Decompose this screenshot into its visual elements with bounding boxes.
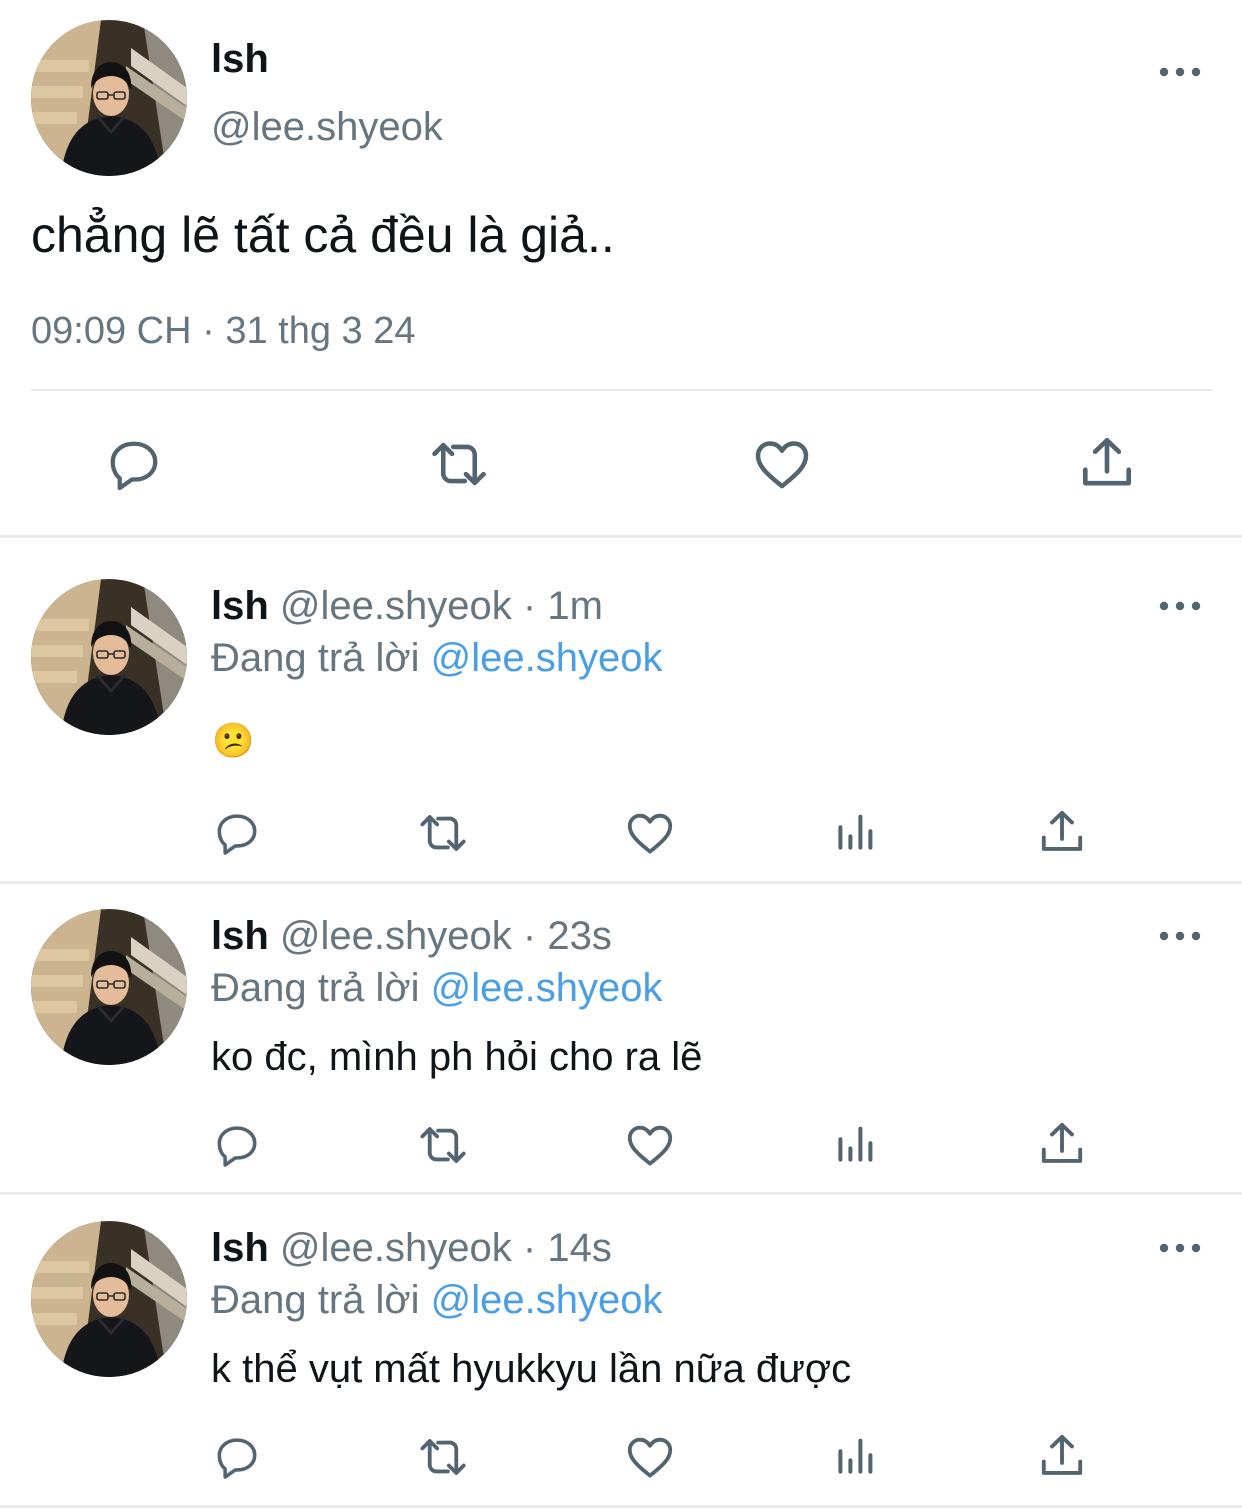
header-separator: · (522, 1226, 537, 1270)
retweet-icon (413, 1430, 473, 1484)
reply-button[interactable] (212, 1120, 262, 1170)
divider (31, 389, 1212, 391)
like-button[interactable] (623, 806, 677, 860)
like-icon (623, 806, 677, 860)
timestamp-separator: · (202, 310, 215, 352)
tweet-date: 31 thg 3 24 (225, 310, 416, 352)
reply-button[interactable] (212, 808, 262, 858)
profile-photo-icon (31, 909, 187, 1065)
analytics-icon (832, 808, 880, 856)
reply-button[interactable] (104, 434, 164, 494)
share-icon (1036, 1118, 1088, 1170)
like-button[interactable] (623, 1430, 677, 1484)
reply-header: lsh @lee.shyeok · 1m (211, 583, 603, 629)
reply-time: 1m (547, 584, 603, 628)
reply-icon (212, 1120, 262, 1170)
replying-prefix: Đang trả lời (211, 1278, 420, 1322)
profile-photo-icon (31, 1221, 187, 1377)
like-button[interactable] (750, 432, 814, 496)
mention-link[interactable]: @lee.shyeok (431, 1278, 663, 1322)
tweet-time: 09:09 CH (31, 310, 192, 352)
share-button[interactable] (1036, 1430, 1088, 1482)
like-button[interactable] (623, 1118, 677, 1172)
reply-icon (212, 1432, 262, 1482)
retweet-icon (413, 806, 473, 860)
replying-to: Đang trả lời @lee.shyeok (211, 635, 663, 681)
avatar[interactable] (31, 20, 187, 176)
display-name[interactable]: lsh (211, 36, 269, 82)
more-dots-icon[interactable] (1158, 596, 1202, 616)
handle[interactable]: @lee.shyeok (280, 914, 512, 958)
reply-header: lsh @lee.shyeok · 23s (211, 913, 612, 959)
divider (0, 1192, 1242, 1195)
like-icon (623, 1118, 677, 1172)
retweet-button[interactable] (413, 1118, 473, 1172)
handle[interactable]: @lee.shyeok (211, 104, 443, 150)
handle[interactable]: @lee.shyeok (280, 1226, 512, 1270)
tweet-timestamp: 09:09 CH · 31 thg 3 24 (31, 309, 416, 353)
reply-text: k thể vụt mất hyukkyu lần nữa được (211, 1347, 852, 1391)
like-icon (750, 432, 814, 496)
more-dots-icon[interactable] (1158, 62, 1202, 82)
analytics-button[interactable] (832, 1120, 880, 1168)
reply-button[interactable] (212, 1432, 262, 1482)
more-dots-icon[interactable] (1158, 1238, 1202, 1258)
reply-icon (212, 808, 262, 858)
retweet-button[interactable] (413, 806, 473, 860)
divider (0, 535, 1242, 538)
display-name[interactable]: lsh (211, 584, 269, 628)
display-name[interactable]: lsh (211, 914, 269, 958)
share-button[interactable] (1036, 1118, 1088, 1170)
retweet-button[interactable] (413, 1430, 473, 1484)
profile-photo-icon (31, 579, 187, 735)
divider (0, 1505, 1242, 1508)
reply-text: ko đc, mình ph hỏi cho ra lẽ (211, 1035, 703, 1079)
retweet-icon (424, 432, 494, 496)
replying-prefix: Đang trả lời (211, 636, 420, 680)
retweet-button[interactable] (424, 432, 494, 496)
header-separator: · (522, 584, 537, 628)
share-button[interactable] (1076, 432, 1138, 494)
reply-time: 23s (547, 914, 612, 958)
avatar[interactable] (31, 909, 187, 1065)
share-icon (1036, 1430, 1088, 1482)
reply-emoji: 😕 (212, 722, 255, 760)
analytics-button[interactable] (832, 808, 880, 856)
replying-to: Đang trả lời @lee.shyeok (211, 1277, 663, 1323)
profile-photo-icon (31, 20, 187, 176)
header-separator: · (522, 914, 537, 958)
mention-link[interactable]: @lee.shyeok (431, 636, 663, 680)
analytics-icon (832, 1432, 880, 1480)
share-icon (1036, 806, 1088, 858)
reply-header: lsh @lee.shyeok · 14s (211, 1225, 612, 1271)
like-icon (623, 1430, 677, 1484)
reply-icon (104, 434, 164, 494)
retweet-icon (413, 1118, 473, 1172)
replying-to: Đang trả lời @lee.shyeok (211, 965, 663, 1011)
divider (0, 881, 1242, 884)
more-dots-icon[interactable] (1158, 926, 1202, 946)
share-icon (1076, 432, 1138, 494)
avatar[interactable] (31, 1221, 187, 1377)
display-name[interactable]: lsh (211, 1226, 269, 1270)
replying-prefix: Đang trả lời (211, 966, 420, 1010)
reply-time: 14s (547, 1226, 612, 1270)
analytics-icon (832, 1120, 880, 1168)
mention-link[interactable]: @lee.shyeok (431, 966, 663, 1010)
analytics-button[interactable] (832, 1432, 880, 1480)
handle[interactable]: @lee.shyeok (280, 584, 512, 628)
share-button[interactable] (1036, 806, 1088, 858)
tweet-text: chẳng lẽ tất cả đều là giả.. (31, 207, 615, 263)
avatar[interactable] (31, 579, 187, 735)
